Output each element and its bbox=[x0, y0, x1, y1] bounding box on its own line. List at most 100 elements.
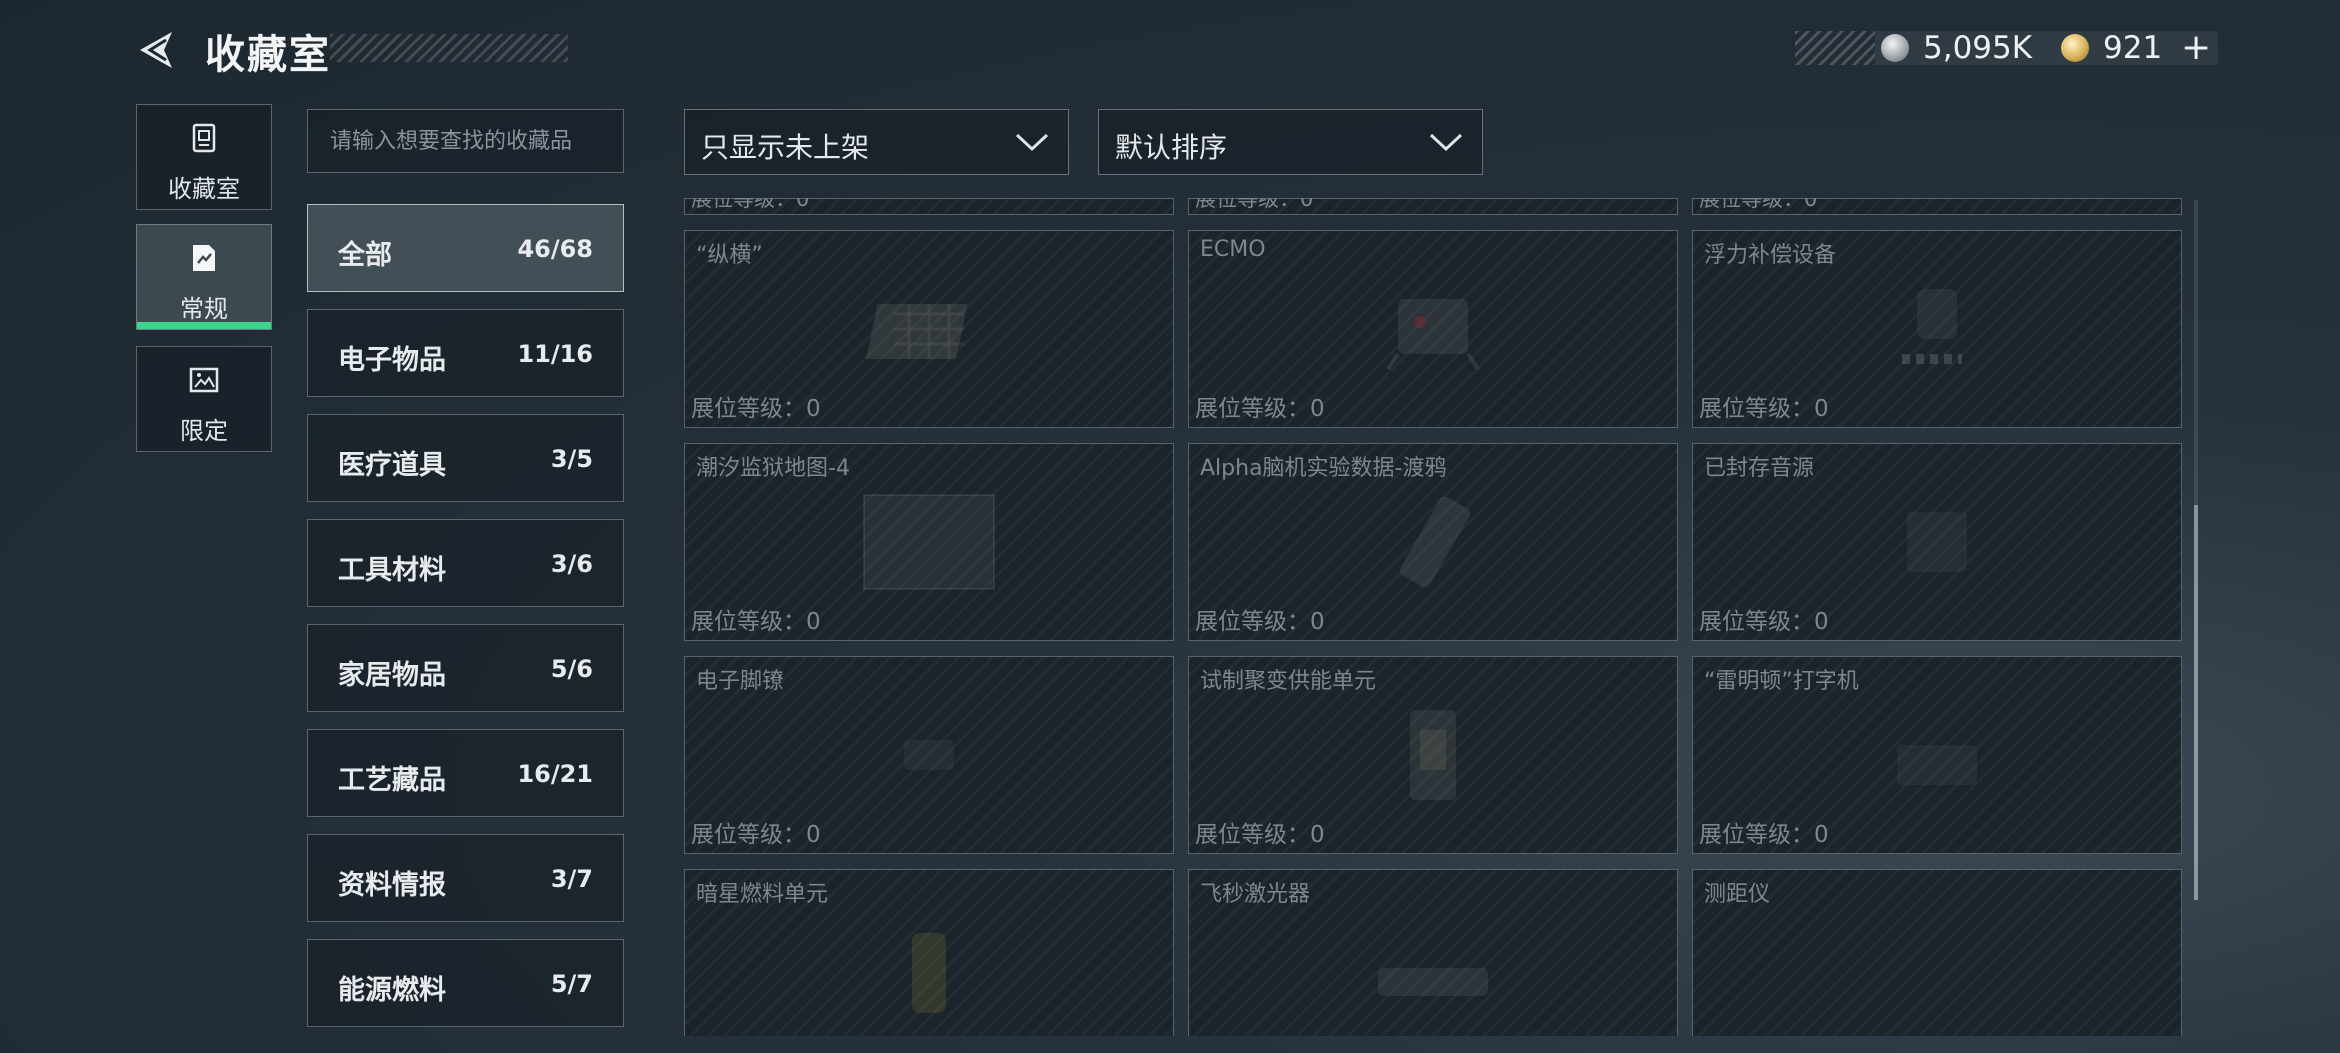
side-tab-regular[interactable]: 常规 bbox=[136, 224, 272, 330]
collection-box-icon bbox=[192, 123, 216, 153]
ankle-monitor-icon bbox=[904, 740, 954, 770]
booth-level: 展位等级：0 bbox=[1195, 822, 1325, 848]
chevron-down-icon bbox=[1015, 133, 1049, 152]
currency-bar: 5,095K 921 + bbox=[1795, 27, 2218, 68]
category-household[interactable]: 家居物品 5/6 bbox=[307, 624, 624, 712]
search-input[interactable] bbox=[307, 109, 624, 173]
category-electronics[interactable]: 电子物品 11/16 bbox=[307, 309, 624, 397]
category-name: 资料情报 bbox=[338, 870, 446, 901]
category-name: 家居物品 bbox=[338, 660, 446, 691]
category-tools[interactable]: 工具材料 3/6 bbox=[307, 519, 624, 607]
collection-card[interactable]: Alpha脑机实验数据-渡鸦 展位等级：0 bbox=[1188, 443, 1678, 641]
booth-level: 展位等级：0 bbox=[1699, 396, 1829, 422]
buoyancy-vest-icon bbox=[1902, 289, 1962, 364]
item-name: 试制聚变供能单元 bbox=[1200, 669, 1377, 694]
side-tab-limited[interactable]: 限定 bbox=[136, 346, 272, 452]
category-count: 3/6 bbox=[550, 550, 593, 578]
item-name: 测距仪 bbox=[1704, 882, 1771, 907]
silver-coin-icon bbox=[1881, 34, 1909, 62]
category-count: 5/6 bbox=[550, 655, 593, 683]
item-name: 潮汐监狱地图-4 bbox=[696, 456, 850, 481]
sort-dropdown[interactable]: 默认排序 bbox=[1098, 109, 1483, 175]
item-name: ECMO bbox=[1200, 237, 1266, 262]
item-name: 已封存音源 bbox=[1704, 456, 1815, 481]
category-count: 5/7 bbox=[550, 970, 593, 998]
document-chart-icon bbox=[193, 245, 215, 271]
category-intel[interactable]: 资料情报 3/7 bbox=[307, 834, 624, 922]
dropdown-selected-value: 只显示未上架 bbox=[701, 131, 870, 164]
booth-level: 展位等级：0 bbox=[1699, 822, 1829, 848]
category-count: 16/21 bbox=[517, 760, 593, 788]
side-tab-label: 限定 bbox=[180, 417, 228, 445]
display-filter-dropdown[interactable]: 只显示未上架 bbox=[684, 109, 1069, 175]
item-name: 暗星燃料单元 bbox=[696, 882, 829, 907]
gold-coin-icon bbox=[2061, 34, 2089, 62]
side-tab-label: 常规 bbox=[180, 295, 228, 323]
collection-card[interactable]: 已封存音源 展位等级：0 bbox=[1692, 443, 2182, 641]
collection-card[interactable]: “纵横” 展位等级：0 bbox=[684, 230, 1174, 428]
collection-card[interactable]: 电子脚镣 展位等级：0 bbox=[684, 656, 1174, 854]
category-crafts[interactable]: 工艺藏品 16/21 bbox=[307, 729, 624, 817]
fusion-cell-icon bbox=[1410, 710, 1456, 800]
collection-card[interactable]: 飞秒激光器 bbox=[1188, 869, 1678, 1036]
category-name: 医疗道具 bbox=[338, 450, 446, 481]
item-name: 电子脚镣 bbox=[696, 669, 785, 694]
map-icon bbox=[863, 494, 995, 590]
collection-card[interactable]: 潮汐监狱地图-4 展位等级：0 bbox=[684, 443, 1174, 641]
medical-machine-icon bbox=[1386, 299, 1480, 371]
active-tab-indicator bbox=[137, 322, 271, 329]
booth-level: 展位等级：0 bbox=[691, 822, 821, 848]
dropdown-selected-value: 默认排序 bbox=[1115, 131, 1228, 164]
fuel-cell-icon bbox=[912, 933, 946, 1013]
category-count: 3/7 bbox=[550, 865, 593, 893]
chessboard-icon bbox=[865, 304, 968, 359]
collection-grid[interactable]: 展位等级：0 展位等级：0 展位等级：0 “纵横” 展位等级：0 ECMO 展位… bbox=[680, 198, 2200, 1036]
collection-card[interactable]: 展位等级：0 bbox=[684, 198, 1174, 215]
chevron-down-icon bbox=[1429, 133, 1463, 152]
collection-card[interactable]: 测距仪 bbox=[1692, 869, 2182, 1036]
booth-level: 展位等级：0 bbox=[1195, 396, 1325, 422]
booth-level: 展位等级：0 bbox=[691, 198, 810, 211]
collection-card[interactable]: “雷明顿”打字机 展位等级：0 bbox=[1692, 656, 2182, 854]
gold-coin-amount: 921 bbox=[2103, 30, 2163, 66]
category-count: 46/68 bbox=[517, 235, 593, 263]
category-all[interactable]: 全部 46/68 bbox=[307, 204, 624, 292]
category-fuel[interactable]: 能源燃料 5/7 bbox=[307, 939, 624, 1027]
side-tab-collection-room[interactable]: 收藏室 bbox=[136, 104, 272, 210]
item-name: Alpha脑机实验数据-渡鸦 bbox=[1200, 456, 1447, 481]
back-arrow-icon bbox=[140, 32, 172, 68]
category-name: 电子物品 bbox=[338, 345, 446, 376]
collection-card[interactable]: 浮力补偿设备 展位等级：0 bbox=[1692, 230, 2182, 428]
silver-coin-amount: 5,095K bbox=[1923, 30, 2033, 66]
booth-level: 展位等级：0 bbox=[691, 396, 821, 422]
collection-card[interactable]: 暗星燃料单元 bbox=[684, 869, 1174, 1036]
collection-card[interactable]: 试制聚变供能单元 展位等级：0 bbox=[1188, 656, 1678, 854]
item-name: 飞秒激光器 bbox=[1200, 882, 1311, 907]
category-name: 工艺藏品 bbox=[338, 765, 446, 796]
laser-icon bbox=[1378, 968, 1488, 996]
booth-level: 展位等级：0 bbox=[1195, 198, 1314, 211]
booth-level: 展位等级：0 bbox=[691, 609, 821, 635]
collection-card[interactable]: 展位等级：0 bbox=[1692, 198, 2182, 215]
booth-level: 展位等级：0 bbox=[1195, 609, 1325, 635]
currency-decoration bbox=[1795, 31, 1875, 65]
audio-device-icon bbox=[1907, 512, 1967, 572]
back-button[interactable] bbox=[134, 26, 182, 74]
item-name: “纵横” bbox=[696, 243, 763, 268]
item-name: “雷明顿”打字机 bbox=[1704, 669, 1859, 694]
booth-level: 展位等级：0 bbox=[1699, 609, 1829, 635]
collection-card[interactable]: ECMO 展位等级：0 bbox=[1188, 230, 1678, 428]
page-title: 收藏室 bbox=[205, 32, 331, 78]
collection-card[interactable]: 展位等级：0 bbox=[1188, 198, 1678, 215]
scrollbar-thumb[interactable] bbox=[2194, 505, 2198, 900]
item-name: 浮力补偿设备 bbox=[1704, 243, 1837, 268]
data-drive-icon bbox=[1399, 496, 1471, 588]
category-medical[interactable]: 医疗道具 3/5 bbox=[307, 414, 624, 502]
add-currency-button[interactable]: + bbox=[2181, 27, 2211, 68]
category-count: 11/16 bbox=[517, 340, 593, 368]
category-name: 全部 bbox=[338, 240, 392, 271]
side-tab-label: 收藏室 bbox=[168, 175, 240, 203]
category-name: 工具材料 bbox=[338, 555, 446, 586]
category-name: 能源燃料 bbox=[338, 975, 446, 1006]
category-count: 3/5 bbox=[550, 445, 593, 473]
